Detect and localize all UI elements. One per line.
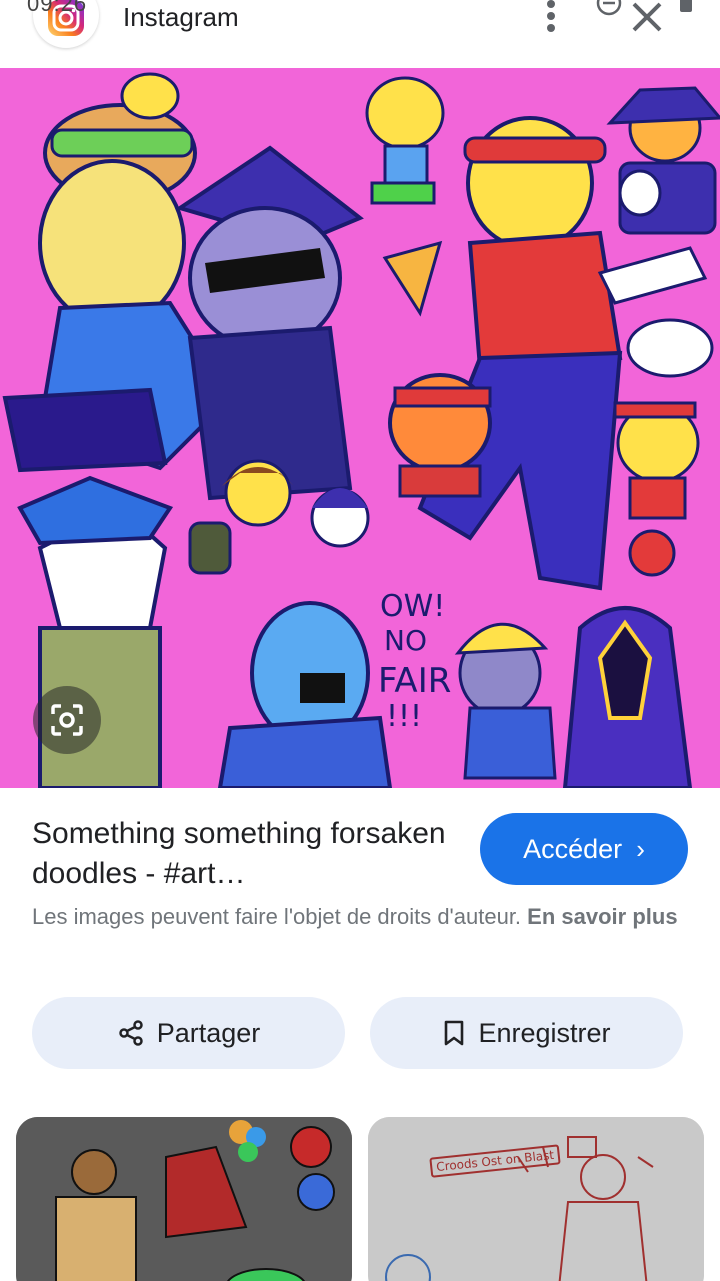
share-label: Partager [156, 1017, 261, 1048]
doodle-text-no: NO [384, 624, 427, 657]
related-thumbnail [368, 1117, 704, 1281]
related-image-card[interactable]: Croods Ost on Blast [368, 1117, 704, 1281]
visit-label: Accéder [523, 833, 623, 864]
doodle-text-ow: OW! [380, 589, 445, 624]
close-icon[interactable] [628, 0, 668, 36]
lens-search-button[interactable] [33, 686, 101, 754]
related-thumbnail [16, 1117, 352, 1281]
status-time: 09:26 [27, 0, 88, 16]
minimize-icon[interactable] [596, 0, 622, 16]
battery-icon [680, 0, 692, 12]
source-name[interactable]: Instagram [123, 2, 239, 33]
copyright-notice: Les images peuvent faire l'objet de droi… [32, 900, 692, 933]
learn-more-link[interactable]: En savoir plus [527, 904, 677, 929]
save-button[interactable]: Enregistrer [370, 997, 683, 1069]
result-title[interactable]: Something something forsaken doodles - #… [32, 814, 452, 894]
share-icon [118, 1020, 143, 1046]
top-bar: 09:26 Instagram [0, 0, 720, 68]
doodle-text-fair: FAIR [378, 661, 451, 701]
bookmark-icon [445, 1020, 464, 1046]
preview-image[interactable]: OW! NO FAIR !!! [0, 68, 720, 788]
save-label: Enregistrer [478, 1017, 611, 1048]
lens-icon [51, 704, 83, 736]
doodle-artwork: OW! NO FAIR !!! [2, 72, 720, 788]
chevron-right-icon: › [636, 833, 645, 864]
visit-button[interactable]: Accéder › [480, 813, 688, 885]
doodle-text-bang: !!! [386, 699, 422, 734]
more-options-icon[interactable] [540, 0, 564, 36]
related-image-card[interactable] [16, 1117, 352, 1281]
copyright-text: Les images peuvent faire l'objet de droi… [32, 904, 522, 929]
share-button[interactable]: Partager [32, 997, 345, 1069]
